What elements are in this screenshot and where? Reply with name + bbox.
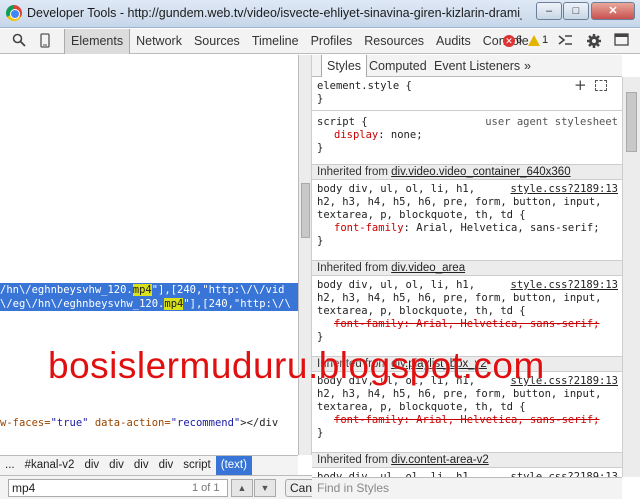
tab-styles[interactable]: Styles <box>321 55 368 77</box>
close-button[interactable]: ✕ <box>591 2 635 20</box>
close-brace: } <box>317 331 324 343</box>
elements-tree[interactable]: /hn\/eghnbeysvhw_120.mp4"],[240,"http:\/… <box>0 55 298 455</box>
panel-tabs: Elements Network Sources Timeline Profil… <box>64 29 535 54</box>
warning-count[interactable]: 1 <box>542 34 548 46</box>
property-name[interactable]: display <box>334 129 378 141</box>
code-line-selected[interactable]: /hn\/eghnbeysvhw_120.mp4"],[240,"http:\/… <box>0 283 298 297</box>
breadcrumb-item[interactable]: #kanal-v2 <box>20 456 80 475</box>
inherited-header: Inherited from div.video.video_container… <box>312 164 622 180</box>
close-brace: } <box>317 235 324 247</box>
tab-audits[interactable]: Audits <box>430 29 477 54</box>
add-rule-icon[interactable]: + <box>574 78 587 93</box>
watermark: bosislermuduru.blogspot.com <box>48 345 545 386</box>
breadcrumb-item[interactable]: div <box>129 456 154 475</box>
element-state-icon[interactable] <box>595 80 607 91</box>
overridden-property[interactable]: font-family: Arial, Helvetica, sans-seri… <box>334 318 600 330</box>
devtools-toolbar: Elements Network Sources Timeline Profil… <box>0 29 640 54</box>
element-style-rule: element.style { } + <box>312 78 622 106</box>
tab-timeline[interactable]: Timeline <box>246 29 305 54</box>
search-icon[interactable] <box>10 33 28 50</box>
close-brace: } <box>317 93 324 105</box>
tab-computed[interactable]: Computed <box>369 55 427 77</box>
tab-elements[interactable]: Elements <box>64 29 131 54</box>
tab-resources[interactable]: Resources <box>358 29 430 54</box>
script-rule: script { user agent stylesheet display: n… <box>312 116 622 155</box>
styles-pane: Styles Computed Event Listeners » elemen… <box>312 55 622 499</box>
inherited-element-link[interactable]: div.content-area-v2 <box>391 454 489 466</box>
styles-tabs: Styles Computed Event Listeners » <box>312 55 622 77</box>
search-prev-button[interactable]: ▲ <box>231 479 253 497</box>
overridden-property[interactable]: font-family: Arial, Helvetica, sans-seri… <box>334 414 600 426</box>
property-name[interactable]: font-family <box>334 222 404 234</box>
window-title: Developer Tools - http://gundem.web.tv/v… <box>27 6 522 20</box>
inherited-rule: body div, ul, ol, li, h1,style.css?2189:… <box>312 279 622 344</box>
drawer-toggle-icon[interactable] <box>556 33 574 50</box>
gear-icon[interactable] <box>585 33 603 50</box>
divider <box>312 110 622 111</box>
property-value[interactable]: : Arial, Helvetica, sans-serif; <box>404 222 600 234</box>
styles-scrollbar[interactable] <box>622 77 640 477</box>
close-brace: } <box>317 142 324 154</box>
error-icon[interactable]: ✕ <box>503 35 515 47</box>
scrollbar-thumb[interactable] <box>626 92 637 152</box>
inherited-header: Inherited from div.content-area-v2 <box>312 452 622 468</box>
ua-stylesheet-label: user agent stylesheet <box>485 116 618 128</box>
search-result-count: 1 of 1 <box>192 482 220 494</box>
breadcrumb-item[interactable]: div <box>104 456 129 475</box>
code-line-selected[interactable]: \/eg\/hn\/eghnbeysvhw_120.mp4"],[240,"ht… <box>0 297 298 311</box>
source-link[interactable]: style.css?2189:13 <box>507 183 618 196</box>
inherited-header: Inherited from div.video_area <box>312 260 622 276</box>
inherited-rule: body div, ul, ol, li, h1,style.css?2189:… <box>312 183 622 248</box>
inherited-element-link[interactable]: div.video.video_container_640x360 <box>391 166 570 178</box>
tab-profiles[interactable]: Profiles <box>305 29 359 54</box>
search-match: mp4 <box>164 298 184 310</box>
chrome-logo-icon <box>6 5 22 21</box>
warning-icon[interactable] <box>528 35 540 46</box>
dock-side-icon[interactable] <box>612 33 630 50</box>
scrollbar-thumb[interactable] <box>301 183 310 238</box>
breadcrumb-item[interactable]: script <box>178 456 215 475</box>
tab-event-listeners[interactable]: Event Listeners <box>434 55 520 77</box>
window-titlebar: Developer Tools - http://gundem.web.tv/v… <box>0 0 640 28</box>
close-brace: } <box>317 427 324 439</box>
minimize-button[interactable]: – <box>536 2 562 20</box>
tab-network[interactable]: Network <box>130 29 188 54</box>
breadcrumb: ... #kanal-v2 div div div div script (te… <box>0 455 298 475</box>
tab-sources[interactable]: Sources <box>188 29 246 54</box>
inherited-element-link[interactable]: div.video_area <box>391 262 465 274</box>
vertical-scrollbar[interactable] <box>298 55 312 455</box>
maximize-button[interactable]: □ <box>563 2 589 20</box>
find-in-styles-input[interactable]: Find in Styles <box>312 477 622 499</box>
code-line[interactable]: w-faces="true" data-action="recommend"><… <box>0 416 298 430</box>
more-tabs-icon[interactable]: » <box>524 55 531 77</box>
search-next-button[interactable]: ▼ <box>254 479 276 497</box>
breadcrumb-item[interactable]: div <box>79 456 104 475</box>
property-value[interactable]: : none; <box>378 129 422 141</box>
source-link[interactable]: style.css?2189:13 <box>507 279 618 292</box>
device-mode-icon[interactable] <box>36 33 54 50</box>
selector[interactable]: script { <box>317 116 368 128</box>
breadcrumb-item[interactable]: ... <box>0 456 20 475</box>
search-match: mp4 <box>132 284 152 296</box>
breadcrumb-item[interactable]: div <box>154 456 179 475</box>
breadcrumb-item-active[interactable]: (text) <box>215 456 252 475</box>
search-bar: mp4 1 of 1 ▲ ▼ Cancel <box>0 475 325 499</box>
error-count[interactable]: 6 <box>516 34 522 46</box>
